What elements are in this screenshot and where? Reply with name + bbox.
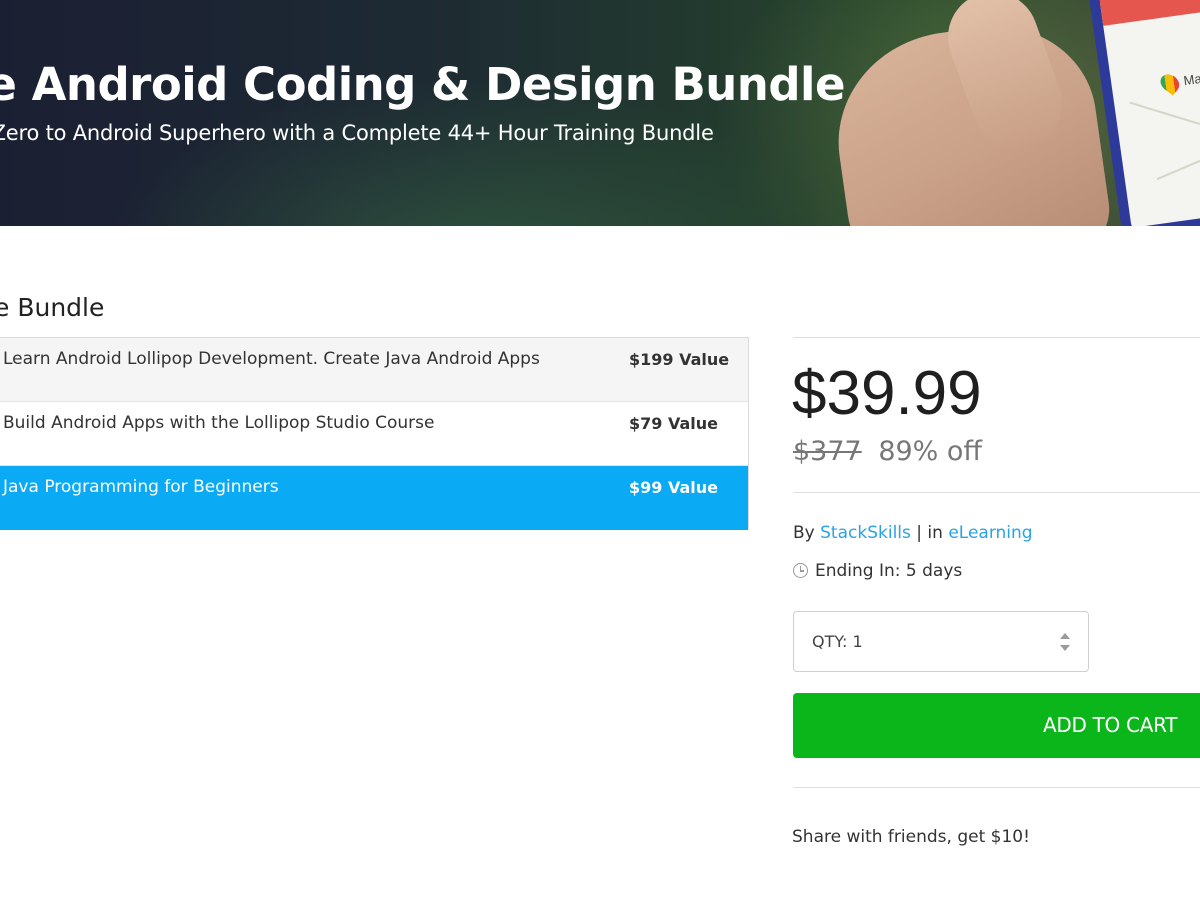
course-title: Build Android Apps with the Lollipop Stu… <box>3 413 435 433</box>
bundle-heading: e Bundle <box>0 293 105 322</box>
quantity-value: QTY: 1 <box>812 632 863 651</box>
map-pin-icon <box>1157 70 1183 96</box>
hero-title: me Android Coding & Design Bundle <box>0 58 846 111</box>
course-value: $79 Value <box>629 414 718 433</box>
by-label: By <box>793 523 815 543</box>
course-row-selected[interactable]: Java Programming for Beginners $99 Value <box>0 466 748 530</box>
course-list: Learn Android Lollipop Development. Crea… <box>0 337 749 530</box>
map-road <box>1156 135 1200 181</box>
ending-label: Ending In: 5 days <box>815 561 963 581</box>
add-to-cart-label: ADD TO CART <box>1043 713 1178 737</box>
ending-line: Ending In: 5 days <box>793 561 962 581</box>
course-row[interactable]: Build Android Apps with the Lollipop Stu… <box>0 402 748 466</box>
hero-subtitle: g Zero to Android Superhero with a Compl… <box>0 121 714 145</box>
sale-price: $39.99 <box>792 359 982 428</box>
course-value: $99 Value <box>629 478 718 497</box>
map-road <box>1129 101 1200 139</box>
updown-arrows-icon <box>1058 630 1072 656</box>
divider <box>793 787 1200 788</box>
quantity-select[interactable]: QTY: 1 <box>793 611 1089 672</box>
divider <box>793 337 1200 338</box>
phone-screen: Ma <box>1099 0 1200 226</box>
vendor-line: By StackSkills | in eLearning <box>793 523 1033 543</box>
vendor-link[interactable]: StackSkills <box>820 523 911 543</box>
in-label: in <box>927 523 943 543</box>
share-link[interactable]: Share with friends, get $10! <box>792 827 1030 847</box>
course-row[interactable]: Learn Android Lollipop Development. Crea… <box>0 338 748 402</box>
course-value: $199 Value <box>629 350 730 369</box>
hero-banner: Ma me Android Coding & Design Bundle g Z… <box>0 0 1200 226</box>
category-link[interactable]: eLearning <box>948 523 1032 543</box>
divider <box>793 492 1200 493</box>
price-comparison: $377 89% off <box>793 436 982 467</box>
phone-map-label: Ma <box>1182 70 1200 89</box>
clock-icon <box>793 563 808 578</box>
course-title: Learn Android Lollipop Development. Crea… <box>3 349 540 369</box>
discount-label: 89% off <box>878 436 983 467</box>
course-title: Java Programming for Beginners <box>3 477 279 497</box>
separator: | <box>916 523 923 543</box>
add-to-cart-button[interactable]: ADD TO CART <box>793 693 1200 758</box>
original-price: $377 <box>793 436 862 467</box>
phone-app-bar <box>1099 0 1200 26</box>
